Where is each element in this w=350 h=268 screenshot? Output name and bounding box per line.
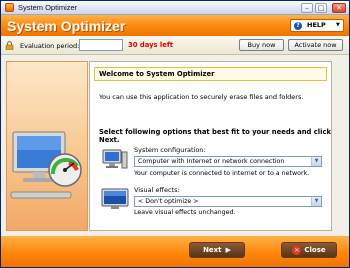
chevron-down-icon: ▼ (311, 197, 321, 206)
next-label: Next (203, 246, 222, 254)
visual-effects-description: Leave visual effects unchanged. (134, 209, 236, 216)
minimize-button[interactable]: – (301, 3, 313, 13)
options-heading: Select following options that best fit t… (99, 128, 332, 144)
intro-text: You can use this application to securely… (99, 93, 304, 101)
content-panel: Welcome to System Optimizer You can use … (89, 61, 332, 231)
close-icon: ✕ (292, 246, 302, 255)
next-button[interactable]: Next ▶ (189, 242, 245, 258)
display-monitor-icon (101, 188, 129, 209)
welcome-heading: Welcome to System Optimizer (94, 67, 327, 81)
app-header: System Optimizer ? HELP ▼ (1, 15, 349, 36)
app-window: System Optimizer – □ ✕ System Optimizer … (0, 0, 350, 268)
main-area: Welcome to System Optimizer You can use … (1, 56, 349, 236)
close-button[interactable]: ✕ Close (281, 242, 337, 258)
evaluation-label: Evaluation period: (20, 42, 80, 50)
lock-icon (5, 41, 14, 50)
visual-effects-value: < Don't optimize > (138, 198, 199, 205)
system-configuration-label: System configuration: (134, 146, 206, 154)
close-label: Close (304, 246, 326, 254)
question-icon: ? (294, 22, 302, 30)
footer-bar: Next ▶ ✕ Close (1, 236, 349, 267)
days-left-text: 30 days left (128, 41, 174, 49)
visual-effects-select[interactable]: < Don't optimize > ▼ (134, 196, 322, 207)
arrow-right-icon: ▶ (225, 246, 231, 254)
activate-now-button[interactable]: Activate now (288, 39, 343, 51)
help-button[interactable]: ? HELP ▼ (290, 19, 344, 32)
window-title: System Optimizer (18, 3, 78, 12)
evaluation-field[interactable] (79, 39, 123, 51)
network-computer-icon (102, 149, 128, 169)
computer-illustration (10, 131, 82, 199)
app-icon (5, 3, 14, 12)
system-configuration-select[interactable]: Computer with Internet or network connec… (134, 156, 322, 167)
buy-now-button[interactable]: Buy now (239, 39, 284, 51)
close-window-button[interactable]: ✕ (332, 3, 346, 13)
app-title: System Optimizer (7, 18, 126, 34)
visual-effects-label: Visual effects: (134, 186, 180, 194)
help-label: HELP (307, 21, 326, 29)
evaluation-bar: Evaluation period: 30 days left Buy now … (1, 36, 349, 55)
maximize-button[interactable]: □ (315, 3, 327, 13)
chevron-down-icon: ▼ (336, 22, 340, 28)
side-illustration-panel (6, 61, 88, 231)
system-configuration-description: Your computer is connected to internet o… (134, 170, 310, 177)
title-bar[interactable]: System Optimizer – □ ✕ (1, 1, 349, 15)
system-configuration-value: Computer with Internet or network connec… (138, 158, 285, 165)
chevron-down-icon: ▼ (311, 157, 321, 166)
